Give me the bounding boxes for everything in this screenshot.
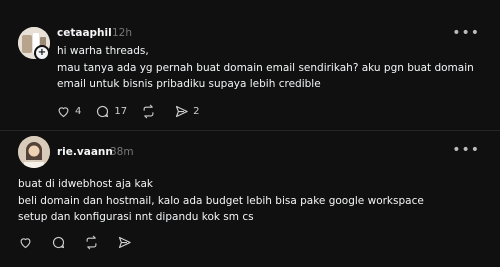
like-button[interactable] [18,235,37,250]
send-icon [118,236,131,249]
comment-icon [97,105,109,118]
like-count: 4 [75,106,82,117]
username[interactable]: rie.vaann [57,146,113,158]
action-bar [18,235,150,250]
ellipsis-icon[interactable]: ••• [452,26,480,40]
action-bar: 4 17 2 [56,104,213,119]
share-button[interactable] [117,235,136,250]
repost-icon [143,104,154,119]
profile-photo-icon [18,136,50,168]
reply-button[interactable]: 17 [95,104,127,119]
repost-icon [86,235,97,250]
username[interactable]: cetaaphil [57,27,112,39]
timestamp: 12h [112,27,133,39]
ellipsis-icon[interactable]: ••• [452,143,480,157]
reply-button[interactable] [51,235,70,250]
comment-icon [52,236,65,249]
share-button[interactable]: 2 [174,104,199,119]
repost-button[interactable] [84,235,103,250]
post: rie.vaann 38m ••• buat di idwebhost aja … [0,131,500,267]
avatar[interactable] [18,136,50,168]
post-text: hi warha threads, mau tanya ada yg perna… [57,45,474,90]
follow-plus-icon[interactable]: + [34,45,50,61]
send-icon [176,105,188,118]
reply-count: 17 [114,106,128,117]
post-text: buat di idwebhost aja kak beli domain da… [18,178,424,223]
timestamp: 38m [110,146,134,158]
repost-button[interactable] [141,104,160,119]
post: + cetaaphil 12h ••• hi warha threads, ma… [0,0,500,130]
like-button[interactable]: 4 [56,104,81,119]
heart-icon [20,238,31,249]
share-count: 2 [193,106,200,117]
heart-icon [58,107,69,118]
